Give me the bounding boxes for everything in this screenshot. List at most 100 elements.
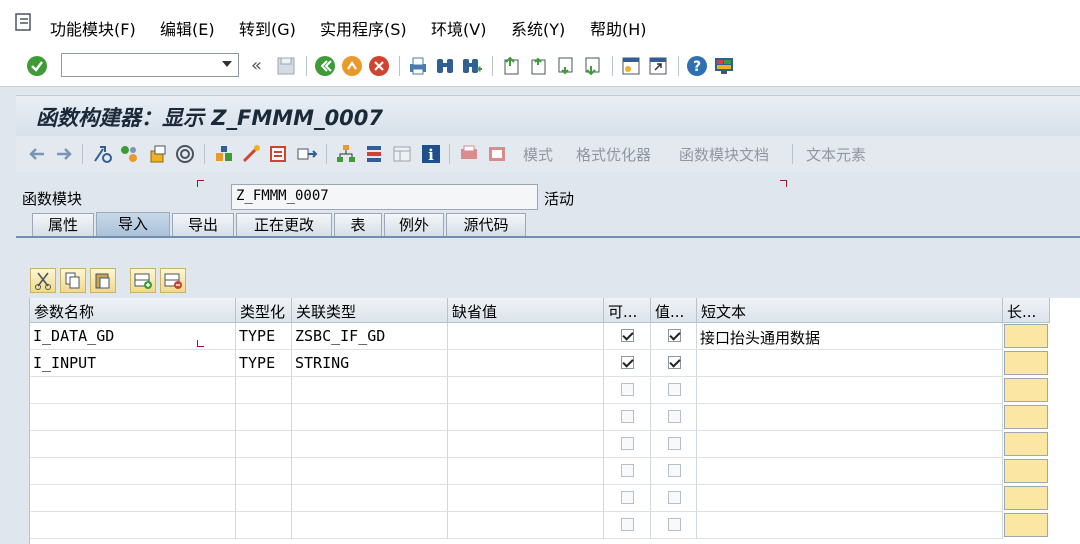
cell-name[interactable]	[30, 377, 236, 404]
stack-icon[interactable]	[363, 143, 385, 165]
cell-default[interactable]	[448, 485, 604, 512]
function-module-input[interactable]: Z_FMMM_0007	[231, 184, 538, 210]
pretty-printer-button[interactable]: 格式优化器	[576, 144, 651, 165]
chevron-down-icon[interactable]	[222, 61, 232, 67]
cell-name[interactable]	[30, 431, 236, 458]
text-elements-button[interactable]: 文本元素	[806, 144, 866, 165]
cell-pass-value[interactable]	[651, 485, 697, 512]
tab-tables[interactable]: 表	[334, 213, 382, 236]
cell-assoc-type[interactable]	[292, 404, 448, 431]
save-icon[interactable]	[275, 55, 297, 77]
column-header-parameter-name[interactable]: 参数名称	[30, 298, 236, 323]
tab-changing[interactable]: 正在更改	[236, 213, 332, 236]
cell-name[interactable]	[30, 485, 236, 512]
pretty-print-icon[interactable]	[296, 143, 318, 165]
cell-short-text[interactable]	[697, 377, 1003, 404]
checkbox[interactable]	[668, 464, 681, 477]
menu-environment[interactable]: 环境(V)	[431, 16, 486, 40]
cell-name[interactable]	[30, 404, 236, 431]
cell-pass-value[interactable]	[651, 512, 697, 539]
column-header-short-text[interactable]: 短文本	[697, 298, 1003, 323]
cell-pass-value[interactable]	[651, 431, 697, 458]
cell-optional[interactable]	[604, 485, 651, 512]
column-header-long-text[interactable]: 长...	[1003, 298, 1050, 323]
cell-typing[interactable]: TYPE	[236, 323, 292, 350]
tab-source-code[interactable]: 源代码	[446, 213, 526, 236]
long-text-button[interactable]	[1004, 513, 1048, 537]
long-text-button[interactable]	[1004, 459, 1048, 483]
cell-pass-value[interactable]	[651, 404, 697, 431]
test-icon[interactable]	[240, 143, 262, 165]
checkbox[interactable]	[621, 518, 634, 531]
last-page-icon[interactable]	[581, 55, 603, 77]
cell-typing[interactable]	[236, 485, 292, 512]
next-page-icon[interactable]	[554, 55, 576, 77]
cell-default[interactable]	[448, 512, 604, 539]
menu-utilities[interactable]: 实用程序(S)	[320, 16, 407, 40]
pattern-icon[interactable]	[268, 143, 290, 165]
delete-row-button[interactable]	[160, 268, 186, 293]
paste-button[interactable]	[90, 268, 116, 293]
forward-arrow-icon[interactable]	[53, 143, 75, 165]
column-header-pass-value[interactable]: 值...	[651, 298, 697, 323]
cell-assoc-type[interactable]	[292, 458, 448, 485]
tab-export[interactable]: 导出	[172, 213, 234, 236]
cell-pass-value[interactable]	[651, 458, 697, 485]
checkbox[interactable]	[621, 491, 634, 504]
cell-assoc-type[interactable]	[292, 512, 448, 539]
menu-help[interactable]: 帮助(H)	[590, 16, 647, 40]
cell-typing[interactable]	[236, 377, 292, 404]
first-page-icon[interactable]	[500, 55, 522, 77]
checkbox[interactable]	[621, 464, 634, 477]
cell-assoc-type[interactable]	[292, 377, 448, 404]
long-text-button[interactable]	[1004, 405, 1048, 429]
display-change-icon[interactable]	[118, 143, 140, 165]
other-object-icon[interactable]	[91, 143, 113, 165]
menu-function-module[interactable]: 功能模块(F)	[50, 16, 136, 40]
copy-button[interactable]	[60, 268, 86, 293]
layout-icon[interactable]	[713, 55, 735, 77]
checkbox[interactable]	[668, 329, 681, 342]
pattern-button[interactable]: 模式	[523, 144, 553, 165]
cell-default[interactable]	[448, 431, 604, 458]
cell-short-text[interactable]	[697, 485, 1003, 512]
documentation-icon[interactable]	[486, 143, 508, 165]
checkbox[interactable]	[668, 491, 681, 504]
cell-typing[interactable]: TYPE	[236, 350, 292, 377]
cell-pass-value[interactable]	[651, 377, 697, 404]
cell-default[interactable]	[448, 350, 604, 377]
fm-documentation-button[interactable]: 函数模块文档	[679, 144, 769, 165]
check-icon[interactable]	[26, 55, 48, 77]
cell-typing[interactable]	[236, 404, 292, 431]
cell-pass-value[interactable]	[651, 350, 697, 377]
checkbox[interactable]	[621, 356, 634, 369]
checkbox[interactable]	[668, 410, 681, 423]
system-menu-icon[interactable]	[14, 12, 34, 32]
find-next-icon[interactable]	[461, 55, 483, 77]
cell-short-text[interactable]	[697, 350, 1003, 377]
cell-typing[interactable]	[236, 431, 292, 458]
exit-icon[interactable]	[341, 55, 363, 77]
long-text-button[interactable]	[1004, 351, 1048, 375]
cell-typing[interactable]	[236, 458, 292, 485]
collapse-icon[interactable]: «	[251, 55, 262, 76]
new-session-icon[interactable]	[620, 55, 642, 77]
checkbox[interactable]	[621, 410, 634, 423]
checkbox[interactable]	[668, 518, 681, 531]
checkbox[interactable]	[621, 437, 634, 450]
menu-goto[interactable]: 转到(G)	[239, 16, 296, 40]
long-text-button[interactable]	[1004, 378, 1048, 402]
cell-short-text[interactable]: 接口抬头通用数据	[697, 323, 1003, 350]
activate-icon[interactable]	[174, 143, 196, 165]
cell-assoc-type[interactable]: STRING	[292, 350, 448, 377]
hierarchy-icon[interactable]	[335, 143, 357, 165]
tab-import[interactable]: 导入	[96, 212, 170, 237]
long-text-button[interactable]	[1004, 324, 1048, 348]
cell-short-text[interactable]	[697, 404, 1003, 431]
print-preview-icon[interactable]	[458, 143, 480, 165]
checkbox[interactable]	[668, 383, 681, 396]
command-field[interactable]	[61, 53, 239, 77]
cell-name[interactable]: I_INPUT	[30, 350, 236, 377]
where-used-icon[interactable]	[213, 143, 235, 165]
back-arrow-icon[interactable]	[26, 143, 48, 165]
